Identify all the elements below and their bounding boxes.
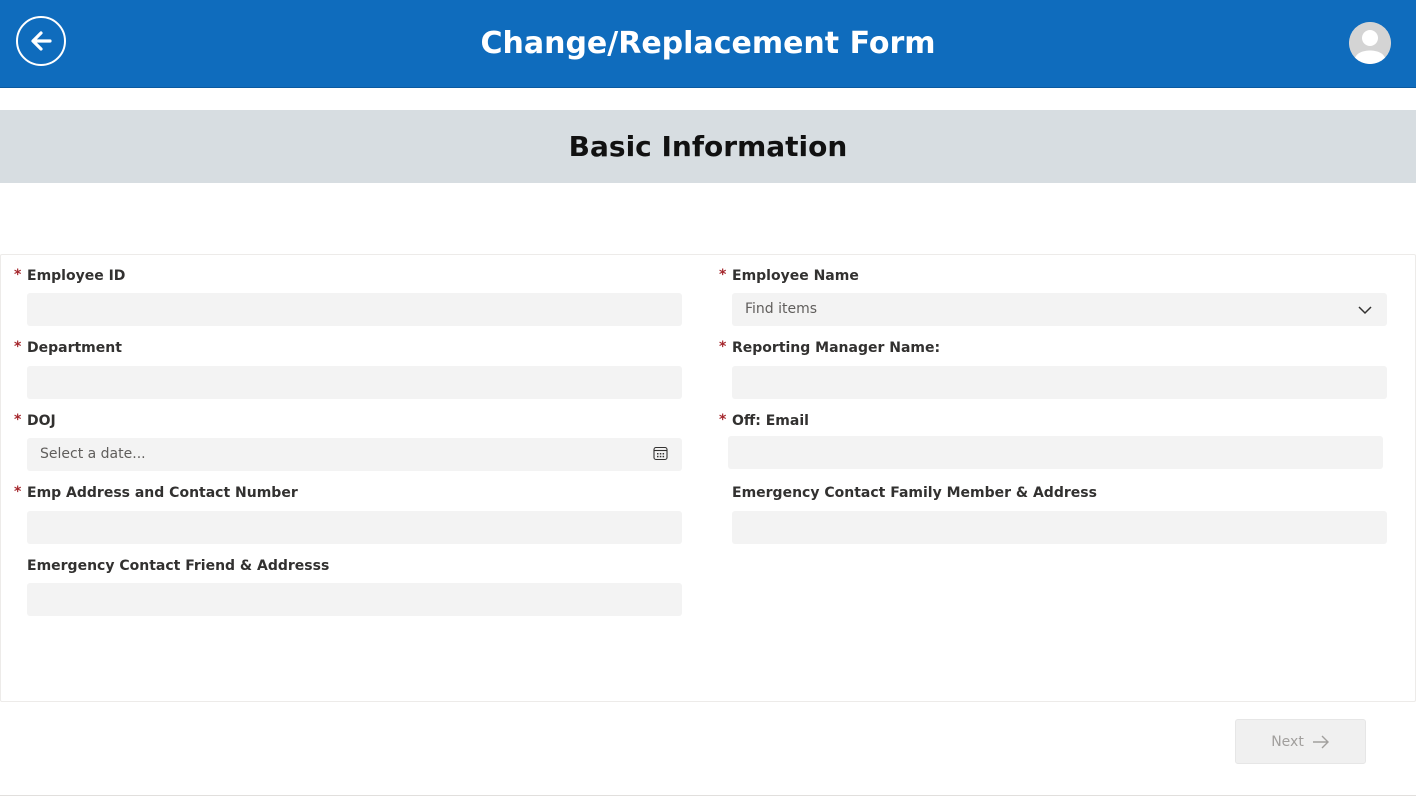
chevron-down-icon[interactable] — [1358, 303, 1372, 317]
emp-address-input[interactable] — [27, 511, 682, 544]
reporting-manager-input[interactable] — [732, 366, 1387, 399]
page-title: Change/Replacement Form — [480, 26, 936, 61]
employee-name-placeholder: Find items — [745, 301, 818, 317]
emergency-family-label: Emergency Contact Family Member & Addres… — [732, 485, 1097, 501]
section-title: Basic Information — [0, 110, 1416, 183]
avatar[interactable] — [1349, 22, 1391, 64]
arrow-right-icon — [1312, 735, 1329, 748]
emergency-friend-input[interactable] — [27, 583, 682, 616]
calendar-icon[interactable] — [653, 446, 668, 461]
doj-placeholder: Select a date... — [40, 446, 146, 462]
next-button-label: Next — [1271, 733, 1304, 750]
required-marker: * — [719, 267, 727, 283]
emp-address-label: Emp Address and Contact Number — [27, 485, 298, 501]
bottom-divider — [0, 795, 1416, 796]
required-marker: * — [14, 339, 22, 355]
reporting-manager-label: Reporting Manager Name: — [732, 340, 941, 356]
off-email-label: Off: Email — [732, 413, 809, 429]
next-button[interactable]: Next — [1235, 719, 1366, 764]
doj-label: DOJ — [27, 413, 56, 429]
user-avatar-icon — [1349, 22, 1391, 64]
employee-id-input[interactable] — [27, 293, 682, 326]
emergency-family-input[interactable] — [732, 511, 1387, 544]
arrow-left-icon — [31, 31, 52, 51]
employee-id-label: Employee ID — [27, 268, 126, 284]
required-marker: * — [719, 412, 727, 428]
employee-name-combobox[interactable]: Find items — [732, 293, 1387, 326]
department-label: Department — [27, 340, 122, 356]
app-header: Change/Replacement Form — [0, 0, 1416, 88]
required-marker: * — [14, 484, 22, 500]
required-marker: * — [14, 412, 22, 428]
back-button[interactable] — [16, 16, 66, 66]
department-input[interactable] — [27, 366, 682, 399]
employee-name-label: Employee Name — [732, 268, 859, 284]
doj-date-picker[interactable]: Select a date... — [27, 438, 682, 471]
required-marker: * — [719, 339, 727, 355]
off-email-input[interactable] — [728, 436, 1383, 469]
emergency-friend-label: Emergency Contact Friend & Addresss — [27, 558, 330, 574]
required-marker: * — [14, 267, 22, 283]
